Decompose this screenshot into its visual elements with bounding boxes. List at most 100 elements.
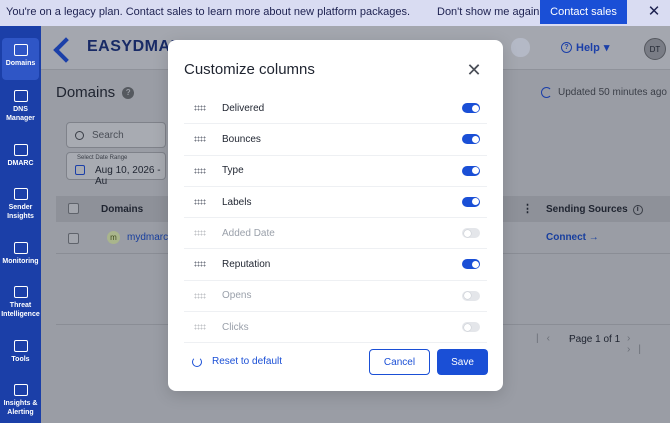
external-link-icon[interactable] xyxy=(511,38,530,57)
column-row-reputation[interactable]: Reputation xyxy=(184,249,487,281)
column-menu-icon[interactable]: ⋮ xyxy=(522,202,533,215)
pager-next-icons[interactable]: › ›| xyxy=(627,333,670,355)
tools-icon xyxy=(13,340,28,352)
column-label: Labels xyxy=(222,196,252,208)
drag-handle-icon[interactable] xyxy=(194,324,206,331)
column-label: Delivered xyxy=(222,102,265,114)
page-title: Domains xyxy=(56,84,116,101)
sidebar-item-domains[interactable]: Domains xyxy=(2,38,39,80)
column-toggle[interactable] xyxy=(462,196,480,207)
column-header-label: Sending Sources xyxy=(546,204,628,215)
sidebar-item-sender-insights[interactable]: Sender Insights xyxy=(0,188,41,221)
avatar[interactable]: DT xyxy=(644,38,666,60)
domain-badge: m xyxy=(107,231,120,244)
customize-columns-modal: Customize columns ✕ Delivered Bounces Ty… xyxy=(168,40,503,391)
column-toggle[interactable] xyxy=(462,103,480,113)
info-icon[interactable]: i xyxy=(632,204,643,215)
column-row-added-date[interactable]: Added Date xyxy=(184,218,487,250)
column-toggle[interactable] xyxy=(462,322,480,333)
date-range-value: Aug 10, 2026 - Au xyxy=(95,165,161,187)
close-icon[interactable]: ✕ xyxy=(464,60,484,80)
dns-icon xyxy=(13,90,28,102)
column-toggle[interactable] xyxy=(462,134,480,145)
page-title-block: Domains ? xyxy=(56,84,135,101)
monitoring-icon xyxy=(13,242,28,254)
sidebar-item-threat-intelligence[interactable]: Threat Intelligence xyxy=(0,286,41,319)
search-input[interactable]: Search xyxy=(66,122,166,148)
drag-handle-icon[interactable] xyxy=(194,198,206,205)
column-toggle[interactable] xyxy=(462,165,480,176)
sidebar: Domains DNS Manager DMARC Sender Insight… xyxy=(0,26,41,423)
chevron-down-icon: ▾ xyxy=(603,42,610,54)
column-label: Clicks xyxy=(222,321,249,333)
updated-text: Updated 50 minutes ago xyxy=(558,87,667,98)
drag-handle-icon[interactable] xyxy=(194,292,206,299)
sidebar-item-label: Insights & Alerting xyxy=(3,400,38,416)
threat-icon xyxy=(13,286,28,298)
drag-handle-icon[interactable] xyxy=(194,136,206,143)
column-label: Added Date xyxy=(222,227,275,239)
reset-to-default-button[interactable]: Reset to default xyxy=(192,356,282,367)
sidebar-item-label: Domains xyxy=(5,60,36,67)
legacy-plan-banner: You're on a legacy plan. Contact sales t… xyxy=(0,0,670,26)
sidebar-item-label: DNS Manager xyxy=(6,106,35,122)
sender-insights-icon xyxy=(13,188,28,200)
column-list: Delivered Bounces Type Labels Added Date… xyxy=(184,93,487,344)
drag-handle-icon[interactable] xyxy=(194,105,206,111)
dmarc-icon xyxy=(13,144,28,156)
search-placeholder: Search xyxy=(92,129,124,141)
sidebar-item-label: Sender Insights xyxy=(7,204,34,220)
help-menu[interactable]: ? Help ▾ xyxy=(561,41,609,54)
modal-footer: Reset to default Cancel Save xyxy=(184,349,488,375)
sidebar-item-tools[interactable]: Tools xyxy=(0,340,41,364)
column-row-bounces[interactable]: Bounces xyxy=(184,124,487,156)
sidebar-item-dns-manager[interactable]: DNS Manager xyxy=(0,90,41,123)
save-button[interactable]: Save xyxy=(437,349,488,375)
column-header-domains[interactable]: Domains xyxy=(101,204,143,215)
sidebar-item-dmarc[interactable]: DMARC xyxy=(0,144,41,168)
column-row-delivered[interactable]: Delivered xyxy=(184,93,487,125)
column-label: Opens xyxy=(222,290,252,302)
date-range-picker[interactable]: Select Date Range Aug 10, 2026 - Au xyxy=(66,152,166,187)
drag-handle-icon[interactable] xyxy=(194,230,206,237)
banner-text: You're on a legacy plan. Contact sales t… xyxy=(6,6,411,18)
drag-handle-icon[interactable] xyxy=(194,167,206,174)
column-label: Bounces xyxy=(222,133,261,145)
column-toggle[interactable] xyxy=(462,290,480,301)
column-row-clicks[interactable]: Clicks xyxy=(184,312,487,344)
domains-icon xyxy=(13,44,28,56)
question-icon[interactable]: ? xyxy=(122,86,135,99)
close-icon[interactable]: ✕ xyxy=(646,4,662,20)
date-range-label: Select Date Range xyxy=(77,155,128,161)
sidebar-item-label: Tools xyxy=(11,356,30,363)
search-icon xyxy=(75,130,84,140)
column-label: Reputation xyxy=(222,259,271,271)
insights-icon xyxy=(13,384,28,396)
drag-handle-icon[interactable] xyxy=(194,261,206,268)
help-icon: ? xyxy=(561,42,572,53)
domain-link[interactable]: mydmarc. xyxy=(127,232,171,243)
calendar-icon xyxy=(75,165,85,175)
column-toggle[interactable] xyxy=(462,228,480,239)
help-label: Help xyxy=(576,41,600,54)
column-header-sending-sources: Sending Sources i xyxy=(546,204,643,215)
logo-mark-icon xyxy=(57,38,81,56)
column-label: Type xyxy=(222,165,244,177)
refresh-icon[interactable] xyxy=(541,87,552,98)
connect-link[interactable]: Connect → xyxy=(546,232,599,243)
dont-show-again-link[interactable]: Don't show me again xyxy=(437,6,539,18)
column-row-type[interactable]: Type xyxy=(184,156,487,187)
sidebar-item-insights-alerting[interactable]: Insights & Alerting xyxy=(0,384,41,417)
contact-sales-button[interactable]: Contact sales xyxy=(540,0,627,24)
sidebar-item-monitoring[interactable]: Monitoring xyxy=(0,242,41,266)
column-row-labels[interactable]: Labels xyxy=(184,187,487,219)
column-toggle[interactable] xyxy=(462,259,480,270)
sidebar-item-label: Threat Intelligence xyxy=(1,302,40,318)
cancel-button[interactable]: Cancel xyxy=(369,349,430,375)
reset-label: Reset to default xyxy=(212,356,283,367)
sidebar-item-label: DMARC xyxy=(7,160,34,167)
select-all-checkbox[interactable] xyxy=(68,203,79,214)
row-checkbox[interactable] xyxy=(68,233,79,244)
column-row-opens[interactable]: Opens xyxy=(184,281,487,313)
sidebar-item-label: Monitoring xyxy=(2,258,39,265)
